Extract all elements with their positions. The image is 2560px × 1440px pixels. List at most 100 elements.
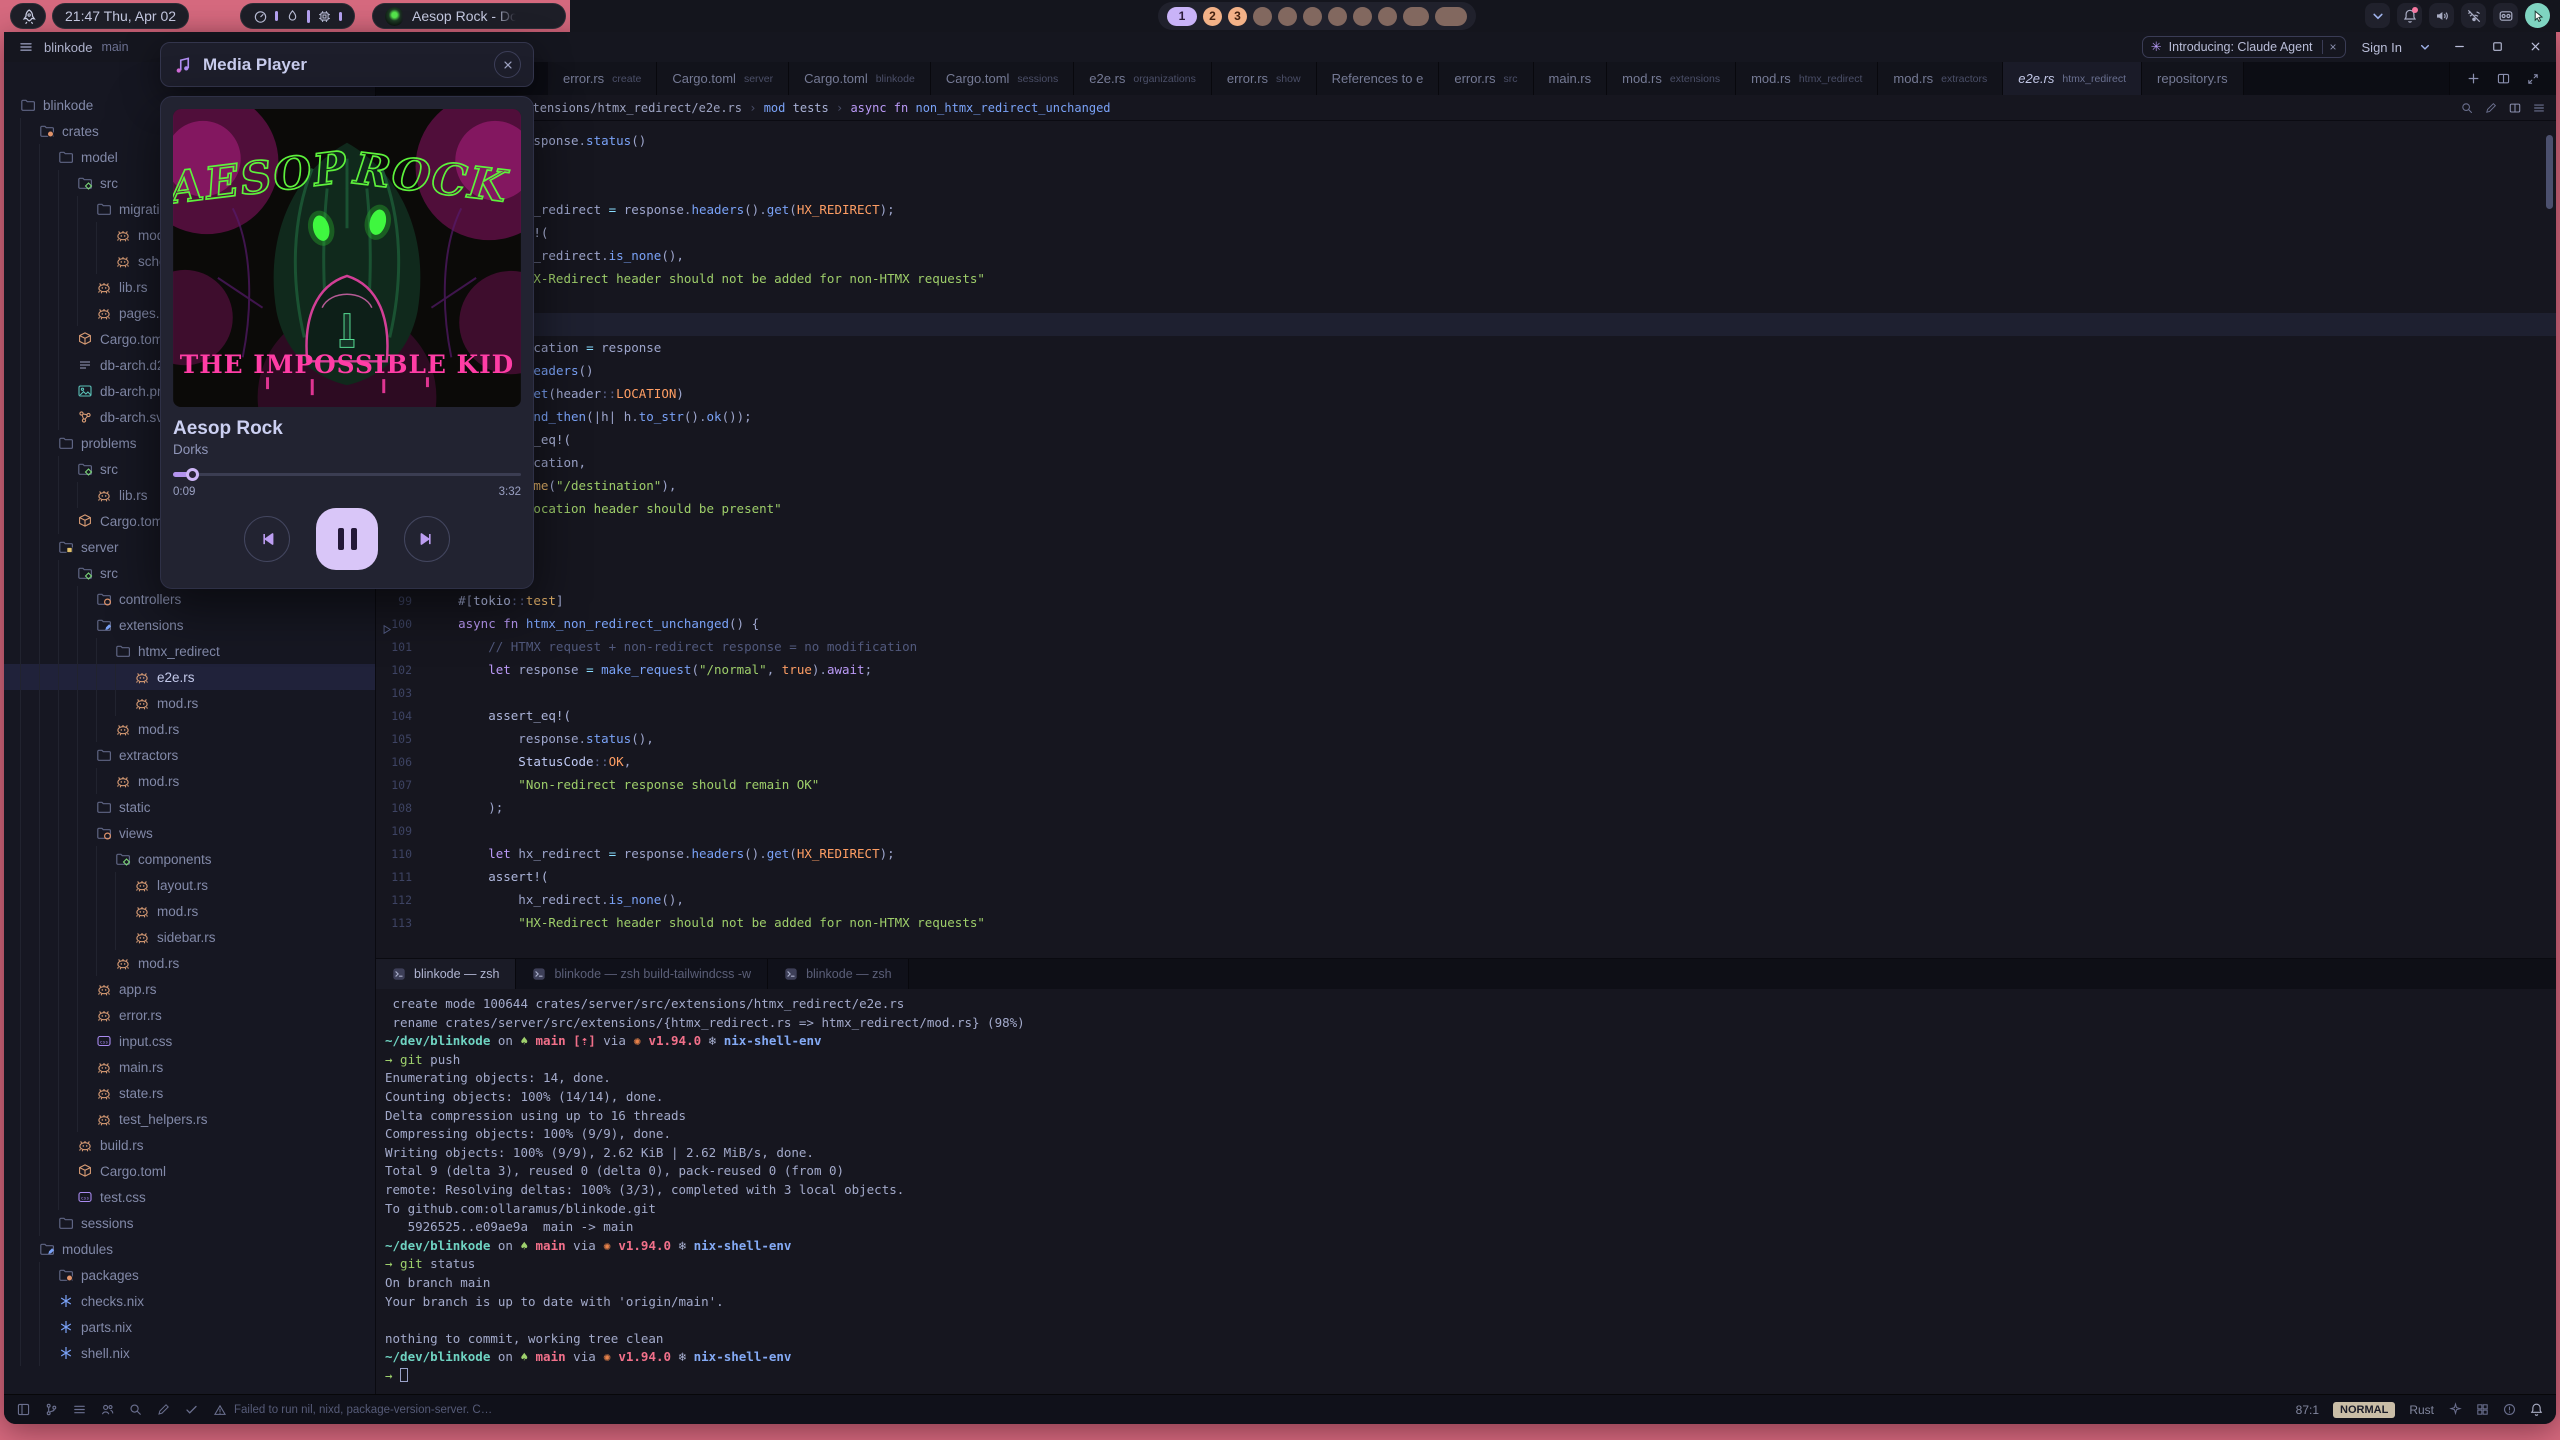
workspace-3[interactable]: 3 [1228,7,1247,26]
tree-item-modules[interactable]: modules [4,1236,375,1262]
next-button[interactable] [404,516,450,562]
tree-item-sidebar.rs[interactable]: sidebar.rs [4,924,375,950]
code-line-104[interactable]: 104 assert_eq!( [376,704,2556,727]
tree-item-htmx_redirect[interactable]: htmx_redirect [4,638,375,664]
code-line-98[interactable]: 98 [376,566,2556,589]
tree-item-app.rs[interactable]: app.rs [4,976,375,1002]
media-player-header[interactable]: Media Player [160,42,534,87]
promo-close-icon[interactable]: × [2322,40,2337,54]
bell-button[interactable] [2529,1402,2544,1417]
code-line-102[interactable]: 102 let response = make_request("/normal… [376,658,2556,681]
workspace-dot[interactable] [1303,7,1322,26]
code-line-94[interactable]: 94 Some("/destination"), [376,474,2556,497]
editor-tab-mod.rs[interactable]: mod.rsextractors [1878,62,2003,95]
code-line-86[interactable]: 86 ); [376,290,2556,313]
tree-item-mod.rs[interactable]: mod.rs [4,690,375,716]
code-line-100[interactable]: 100 async fn htmx_non_redirect_unchanged… [376,612,2556,635]
editor-tab-mod.rs[interactable]: mod.rshtmx_redirect [1736,62,1878,95]
maximize-button[interactable] [2486,38,2508,56]
code-line-82[interactable]: 82 let hx_redirect = response.headers().… [376,198,2556,221]
tree-item-mod.rs[interactable]: mod.rs [4,950,375,976]
tree-item-error.rs[interactable]: error.rs [4,1002,375,1028]
editor-tab-main.rs[interactable]: main.rs [1534,62,1608,95]
terminal-tab[interactable]: blinkode — zsh [768,959,908,989]
code-line-107[interactable]: 107 "Non-redirect response should remain… [376,773,2556,796]
tree-item-parts.nix[interactable]: parts.nix [4,1314,375,1340]
boxes-button[interactable] [2475,1402,2490,1417]
tree-item-main.rs[interactable]: main.rs [4,1054,375,1080]
tree-item-test.css[interactable]: csstest.css [4,1184,375,1210]
tree-item-components[interactable]: components [4,846,375,872]
editor-tab-error.rs[interactable]: error.rssrc [1439,62,1533,95]
workspace-wpill[interactable] [1435,7,1467,26]
tree-item-checks.nix[interactable]: checks.nix [4,1288,375,1314]
terminal-tab[interactable]: blinkode — zsh [376,959,516,989]
code-line-109[interactable]: 109 [376,819,2556,842]
tree-item-shell.nix[interactable]: shell.nix [4,1340,375,1366]
editor-tab-mod.rs[interactable]: mod.rsextensions [1607,62,1736,95]
tree-item-state.rs[interactable]: state.rs [4,1080,375,1106]
workspace-wpill[interactable] [1403,7,1429,26]
code-line-106[interactable]: 106 StatusCode::OK, [376,750,2556,773]
launcher-button[interactable] [10,3,46,29]
workspace-2[interactable]: 2 [1203,7,1222,26]
code-line-89[interactable]: 89 .headers() [376,359,2556,382]
workspace-dot[interactable] [1253,7,1272,26]
popup-close-button[interactable] [494,51,521,78]
sign-in-button[interactable]: Sign In [2362,40,2402,55]
promo-badge[interactable]: ✳ Introducing: Claude Agent × [2142,36,2346,58]
menu-icon[interactable] [18,38,34,56]
workspace-1[interactable]: 1 [1167,7,1197,26]
editor-tab-e2e.rs[interactable]: e2e.rshtmx_redirect [2003,62,2142,95]
code-line-99[interactable]: 99 #[tokio::test] [376,589,2556,612]
lsp-warning[interactable]: Failed to run nil, nixd, package-version… [213,1403,492,1417]
cursor-position[interactable]: 87:1 [2296,1403,2319,1417]
minimize-button[interactable] [2448,38,2470,56]
tree-item-packages[interactable]: packages [4,1262,375,1288]
code-line-88[interactable]: 88 let location = response [376,336,2556,359]
tree-item-mod.rs[interactable]: mod.rs [4,768,375,794]
code-line-101[interactable]: 101 // HTMX request + non-redirect respo… [376,635,2556,658]
check-button[interactable] [184,1402,199,1417]
tree-item-input.css[interactable]: cssinput.css [4,1028,375,1054]
close-button[interactable] [2524,38,2546,56]
git-branch-button[interactable] [44,1402,59,1417]
editor-tab-Cargo.toml[interactable]: Cargo.tomlblinkode [789,62,931,95]
chevron-down-button[interactable] [2365,3,2390,28]
code-line-80[interactable]: 80 ); [376,152,2556,175]
code-line-90[interactable]: 90 .get(header::LOCATION) [376,382,2556,405]
system-stats-widget[interactable] [240,3,355,29]
tree-item-extractors[interactable]: extractors [4,742,375,768]
workspace-dot[interactable] [1353,7,1372,26]
tree-item-mod.rs[interactable]: mod.rs [4,898,375,924]
tree-item-mod.rs[interactable]: mod.rs [4,716,375,742]
split-editor-button[interactable] [2490,67,2516,91]
editor-tab-error.rs[interactable]: error.rscreate [548,62,657,95]
code-line-91[interactable]: 91 .and_then(|h| h.to_str().ok()); [376,405,2556,428]
code-line-79[interactable]: 79 response.status() [376,129,2556,152]
workspace-dot[interactable] [1328,7,1347,26]
workspace-dot[interactable] [1278,7,1297,26]
tree-item-views[interactable]: views [4,820,375,846]
code-line-95[interactable]: 95 "Location header should be present" [376,497,2556,520]
code-line-105[interactable]: 105 response.status(), [376,727,2556,750]
code-line-87[interactable]: 87 [376,313,2556,336]
code-line-112[interactable]: 112 hx_redirect.is_none(), [376,888,2556,911]
code-line-83[interactable]: 83 assert!( [376,221,2556,244]
tree-item-controllers[interactable]: controllers [4,586,375,612]
code-line-113[interactable]: 113 "HX-Redirect header should not be ad… [376,911,2556,934]
editor-tab-repository.rs[interactable]: repository.rs [2142,62,2244,95]
code-line-111[interactable]: 111 assert!( [376,865,2556,888]
users-button[interactable] [100,1402,115,1417]
list-button[interactable] [72,1402,87,1417]
code-line-92[interactable]: 92 assert_eq!( [376,428,2556,451]
terminal-output[interactable]: create mode 100644 crates/server/src/ext… [376,989,2556,1394]
run-test-button[interactable] [382,622,393,636]
code-line-85[interactable]: 85 "HX-Redirect header should not be add… [376,267,2556,290]
code-line-97[interactable]: 97 } [376,543,2556,566]
expand-button[interactable] [2520,67,2546,91]
pencil-button[interactable] [156,1402,171,1417]
clock[interactable]: 21:47 Thu, Apr 02 [52,3,189,29]
tree-item-sessions[interactable]: sessions [4,1210,375,1236]
code-line-96[interactable]: 96 ); [376,520,2556,543]
